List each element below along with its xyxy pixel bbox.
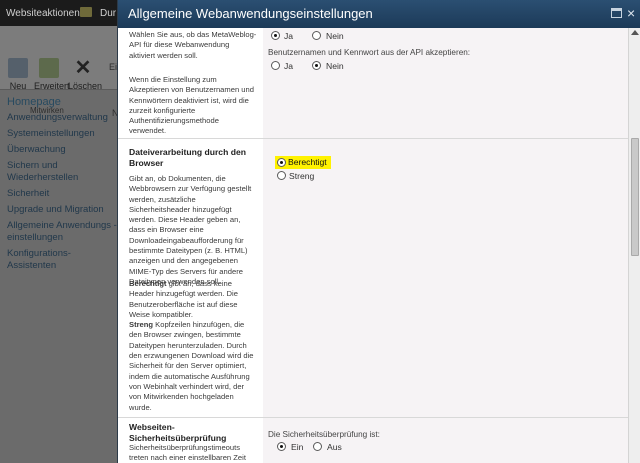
security-validation-description: Sicherheitsüberprüfungstimeouts treten n…: [129, 443, 246, 463]
metaweblog-description-1: Wählen Sie aus, ob das MetaWeblog-API fü…: [129, 30, 257, 60]
nav-home-link[interactable]: Homepage: [7, 96, 61, 108]
settings-dialog: Allgemeine Webanwendungseinstellungen × …: [117, 0, 640, 463]
browser-file-handling-description-1: Gibt an, ob Dokumenten, die Webbrowsern …: [129, 174, 252, 286]
folder-icon[interactable]: [80, 7, 92, 17]
nav-item-monitoring[interactable]: Überwachung: [7, 144, 117, 156]
nav-item-system-settings[interactable]: Systemeinstellungen: [7, 128, 117, 140]
nav-item-general-app-settings[interactable]: Allgemeine Anwendungs - einstellungen: [7, 220, 117, 244]
metaweblog-yes-label: Ja: [284, 31, 294, 41]
security-off-label: Aus: [327, 442, 342, 452]
api-yes-label: Ja: [284, 61, 294, 71]
metaweblog-section: Wählen Sie aus, ob das MetaWeblog-API fü…: [118, 28, 628, 138]
site-actions-menu[interactable]: Websiteaktionen▾: [6, 8, 86, 19]
nav-item-upgrade-migration[interactable]: Upgrade und Migration: [7, 204, 117, 216]
strict-term: Streng: [129, 320, 154, 330]
metaweblog-description-2: Wenn die Einstellung zum Akzeptieren von…: [129, 75, 254, 136]
left-navigation: Homepage Anwendungsverwaltung Systemeins…: [0, 92, 117, 463]
scroll-up-arrow-icon[interactable]: [631, 30, 639, 35]
browser-file-handling-section: Dateiverarbeitung durch den Browser Gibt…: [118, 139, 628, 417]
new-button-label: Neu: [9, 81, 27, 91]
browser-file-handling-description-2: Berechtigt gibt an, dass keine Header hi…: [129, 279, 257, 413]
delete-icon: ✕: [74, 57, 92, 79]
security-off-radio[interactable]: [313, 442, 322, 451]
security-validation-section: Webseiten-Sicherheitsüberprüfung Sicherh…: [118, 418, 628, 463]
new-icon: [8, 58, 28, 78]
api-no-label: Nein: [326, 61, 344, 71]
scrollbar-thumb[interactable]: [631, 138, 639, 256]
api-yes-radio[interactable]: [271, 61, 280, 70]
security-on-radio[interactable]: [277, 442, 286, 451]
security-validation-title: Webseiten-Sicherheitsüberprüfung: [129, 422, 227, 443]
permissive-radio[interactable]: [277, 158, 286, 167]
close-icon[interactable]: ×: [627, 5, 639, 21]
security-on-label: Ein: [291, 442, 304, 452]
metaweblog-no-label: Nein: [326, 31, 344, 41]
edit-label-partial: Ei: [109, 62, 118, 72]
metaweblog-no-radio[interactable]: [312, 31, 321, 40]
extend-button[interactable]: Erweitert: [34, 58, 70, 91]
browser-file-handling-title: Dateiverarbeitung durch den Browser: [129, 147, 246, 168]
vertical-scrollbar[interactable]: [628, 28, 640, 463]
nav-item-security[interactable]: Sicherheit: [7, 188, 117, 200]
extend-icon: [39, 58, 59, 78]
api-credentials-label: Benutzernamen und Kennwort aus der API a…: [268, 48, 471, 57]
api-no-radio[interactable]: [312, 61, 321, 70]
delete-button-label: Löschen: [68, 81, 103, 91]
strict-label: Streng: [289, 171, 315, 181]
nav-item-configuration-wizards[interactable]: Konfigurations-Assistenten: [7, 248, 117, 272]
maximize-icon[interactable]: [611, 8, 622, 18]
delete-button[interactable]: ✕ Löschen: [68, 57, 102, 91]
nav-item-backup-restore[interactable]: Sichern und Wiederherstellen: [7, 160, 117, 184]
browse-tab[interactable]: Dur: [100, 8, 116, 19]
security-validation-label: Die Sicherheitsüberprüfung ist:: [268, 430, 380, 439]
nav-item-application-management[interactable]: Anwendungsverwaltung: [7, 112, 117, 124]
strict-explanation: Kopfzeilen hinzufügen, die den Browser z…: [129, 320, 254, 412]
nav-list: Anwendungsverwaltung Systemeinstellungen…: [7, 112, 117, 276]
site-actions-label: Websiteaktionen: [6, 8, 80, 19]
dialog-title: Allgemeine Webanwendungseinstellungen: [128, 6, 373, 21]
strict-radio[interactable]: [277, 171, 286, 180]
dialog-titlebar: Allgemeine Webanwendungseinstellungen ×: [118, 0, 640, 28]
metaweblog-yes-radio[interactable]: [271, 31, 280, 40]
permissive-term: Berechtigt: [129, 279, 167, 288]
new-button[interactable]: Neu: [3, 58, 33, 91]
dialog-content: Wählen Sie aus, ob das MetaWeblog-API fü…: [118, 28, 628, 463]
extend-button-label: Erweitert: [34, 81, 70, 91]
permissive-label: Berechtigt: [288, 157, 327, 167]
